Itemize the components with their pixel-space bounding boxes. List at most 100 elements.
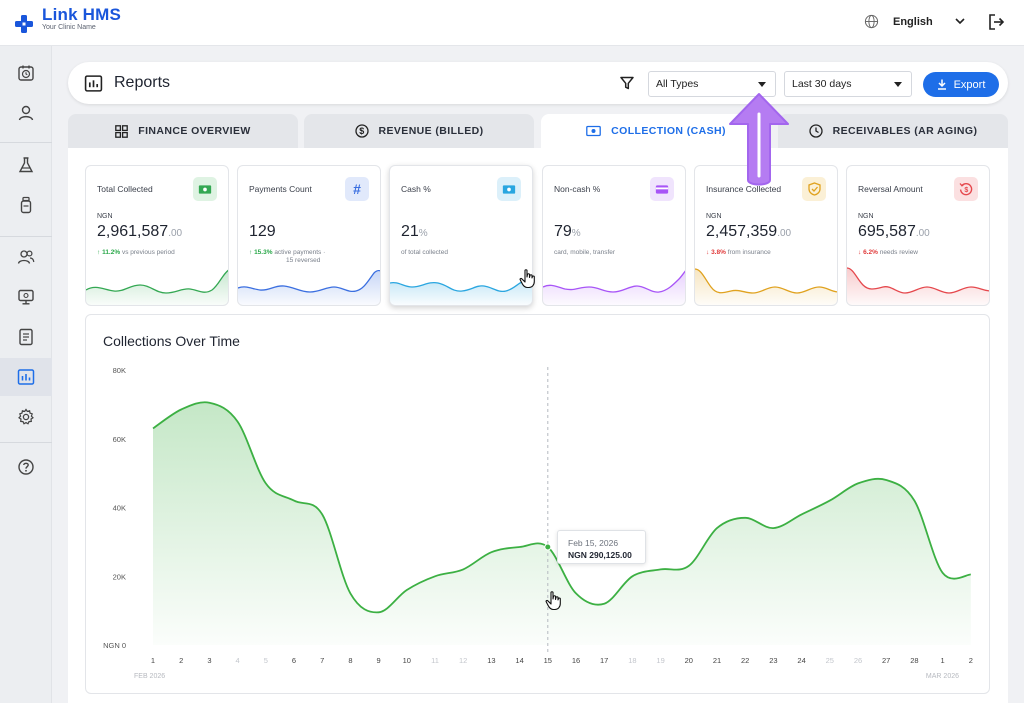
- clock-icon: [808, 124, 823, 138]
- sparkline: [543, 270, 685, 305]
- kpi-value-main: 2,961,587: [97, 223, 169, 240]
- hand-cursor-icon: [545, 591, 561, 611]
- sparkline: [695, 268, 837, 305]
- chevron-down-icon: [955, 18, 965, 25]
- app-logo[interactable]: Link HMS Your Clinic Name: [14, 5, 122, 34]
- kpi-note-text: needs review: [879, 249, 919, 256]
- sidebar-item-reports[interactable]: [0, 358, 52, 396]
- filter-icon[interactable]: [620, 76, 634, 90]
- calendar-clock-icon: [18, 65, 34, 81]
- date-range-value: Last 30 days: [792, 78, 852, 90]
- x-tick-label: 3: [207, 656, 211, 665]
- tab-receivables-ar-aging[interactable]: RECEIVABLES (AR AGING): [778, 114, 1008, 148]
- caret-down-icon: [894, 82, 902, 87]
- page-title: Reports: [114, 74, 171, 91]
- date-range-select[interactable]: Last 30 days: [784, 71, 912, 97]
- kpi-title: Payments Count: [249, 184, 312, 194]
- kpi-value-main: 21: [401, 223, 419, 240]
- x-tick-label: 10: [403, 656, 411, 665]
- x-tick-label: 25: [826, 656, 834, 665]
- kpi-card-non-cash-percent[interactable]: Non-cash % 79% card, mobile, transfer: [542, 165, 686, 306]
- collections-chart-card: Collections Over Time NGN 0 20K 40K 60K 80K 1…: [85, 314, 990, 694]
- sidebar-item-appointments[interactable]: [0, 54, 52, 92]
- kpi-currency: NGN: [858, 213, 874, 220]
- sidebar-item-laboratory[interactable]: [0, 146, 52, 184]
- dollar-circle-icon: $: [354, 124, 369, 138]
- kpi-note-text: vs previous period: [121, 249, 175, 256]
- kpi-value: 21%: [401, 223, 428, 241]
- kpi-value-decimals: .00: [168, 228, 183, 239]
- y-tick-label: 40K: [113, 504, 126, 513]
- type-filter-value: All Types: [656, 78, 699, 90]
- sidebar-item-patients[interactable]: [0, 94, 52, 132]
- language-selector[interactable]: English: [864, 14, 979, 29]
- kpi-note: ↓ 3.8% from insurance: [706, 249, 771, 257]
- kpi-card-payments-count[interactable]: Payments Count # 129 ↑ 15.3% active paym…: [237, 165, 381, 306]
- sidebar-item-display[interactable]: [0, 278, 52, 316]
- collections-area-chart[interactable]: NGN 020K40K60K80K1 2 3 4 5 6 7 8 9 10 11 12 13 14 15 16…: [86, 315, 991, 695]
- x-tick-label: 23: [769, 656, 777, 665]
- app-name: Link HMS: [42, 5, 122, 24]
- kpi-change: 11.2%: [102, 249, 121, 256]
- kpi-value-main: 79: [554, 223, 572, 240]
- kpi-currency: NGN: [706, 213, 722, 220]
- export-button[interactable]: Export: [923, 72, 999, 97]
- top-bar: Link HMS Your Clinic Name English: [0, 0, 1024, 46]
- x-tick-label: 17: [600, 656, 608, 665]
- users-icon: [17, 250, 35, 264]
- clinic-name: Your Clinic Name: [42, 24, 96, 31]
- y-tick-label: 80K: [113, 366, 126, 375]
- x-tick-label: 28: [910, 656, 918, 665]
- kpi-value: 695,587.00: [858, 223, 930, 241]
- page-header: Reports All Types Last 30 days Export: [68, 62, 1008, 104]
- sidebar-item-pharmacy[interactable]: [0, 186, 52, 224]
- tab-label: RECEIVABLES (AR AGING): [832, 125, 978, 137]
- kpi-value-decimals: .00: [915, 228, 930, 239]
- x-tick-label: 8: [348, 656, 352, 665]
- kpi-card-reversal-amount[interactable]: Reversal Amount $ NGN 695,587.00 ↓ 6.2% …: [846, 165, 990, 306]
- kpi-note: of total collected: [401, 249, 448, 257]
- cash-icon: [586, 125, 601, 137]
- kpi-note-text-2: 15 reversed: [286, 257, 321, 264]
- kpi-title: Reversal Amount: [858, 184, 923, 194]
- hash-icon: #: [345, 177, 369, 201]
- y-tick-label: 20K: [113, 572, 126, 581]
- kpi-card-total-collected[interactable]: Total Collected NGN 2,961,587.00 ↑ 11.2%…: [85, 165, 229, 306]
- x-tick-label: 1: [151, 656, 155, 665]
- kpi-note-text: of total collected: [401, 249, 448, 256]
- sidebar-item-settings[interactable]: [0, 398, 52, 436]
- tab-finance-overview[interactable]: FINANCE OVERVIEW: [68, 114, 298, 148]
- kpi-value-main: 695,587: [858, 223, 916, 240]
- user-icon: [18, 105, 34, 121]
- card-icon: [650, 177, 674, 201]
- sidebar-item-staff[interactable]: [0, 238, 52, 276]
- x-tick-label: 15: [544, 656, 552, 665]
- sidebar-item-help[interactable]: [0, 448, 52, 486]
- kpi-note: ↓ 6.2% needs review: [858, 249, 918, 257]
- kpi-title: Total Collected: [97, 184, 153, 194]
- annotation-arrow-icon: [729, 93, 789, 186]
- reversal-icon: $: [954, 177, 978, 201]
- logout-button[interactable]: [988, 14, 1006, 35]
- logo-cross-icon: [14, 14, 34, 34]
- cash-icon: [497, 177, 521, 201]
- y-tick-label: 60K: [113, 435, 126, 444]
- grid-icon: [115, 124, 129, 138]
- x-tick-label: 24: [797, 656, 805, 665]
- tooltip-value: NGN 290,125.00: [568, 550, 632, 560]
- x-tick-label: 19: [656, 656, 664, 665]
- kpi-value-main: 129: [249, 223, 276, 240]
- document-icon: [19, 328, 33, 346]
- reports-icon: [84, 75, 103, 92]
- bottle-icon: [20, 196, 32, 214]
- tab-revenue-billed[interactable]: $ REVENUE (BILLED): [304, 114, 534, 148]
- sidebar-item-records[interactable]: [0, 318, 52, 356]
- kpi-note: ↑ 11.2% vs previous period: [97, 249, 175, 257]
- x-tick-label: 2: [969, 656, 973, 665]
- kpi-card-cash-percent[interactable]: Cash % 21% of total collected: [389, 165, 533, 306]
- language-label: English: [893, 15, 933, 28]
- kpi-change: 15.3%: [254, 249, 273, 256]
- kpi-value: 129: [249, 223, 276, 241]
- kpi-title: Cash %: [401, 184, 431, 194]
- x-tick-label: 4: [236, 656, 240, 665]
